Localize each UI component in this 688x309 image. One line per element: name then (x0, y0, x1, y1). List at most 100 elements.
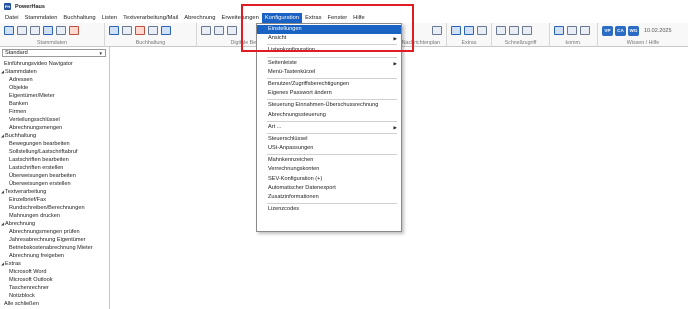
house-icon[interactable] (17, 26, 27, 35)
tree-item[interactable]: Betriebskostenabrechnung Mieter (0, 244, 108, 252)
tree-item[interactable]: Verteilungsschlüssel (0, 116, 108, 124)
key-icon[interactable] (69, 26, 79, 35)
menu-separator (267, 44, 397, 46)
calendar-icon[interactable] (432, 26, 442, 35)
phone-icon[interactable] (554, 26, 564, 35)
menu-item-zusatzinformationen[interactable]: Zusatzinformationen (257, 193, 401, 202)
tree-item[interactable]: Eigentümer/Mieter (0, 92, 108, 100)
bank-icon[interactable] (56, 26, 66, 35)
transfer-icon[interactable] (122, 26, 132, 35)
tree-item[interactable]: Adressen (0, 76, 108, 84)
menu-stammdaten[interactable]: Stammdaten (22, 13, 61, 23)
tree-item-label: Einzelbrief/Fax (9, 197, 46, 203)
ribbon-group-label: Stammdaten (36, 40, 68, 46)
menu-item-seitenleiste[interactable]: Seitenleiste ▶ (257, 59, 401, 68)
menu-item-lizenzcodes[interactable]: Lizenzcodes (257, 205, 401, 214)
submenu-arrow-icon: ▶ (393, 36, 397, 42)
menu-item-mahnkennzeichen[interactable]: Mahnkennzeichen (257, 156, 401, 165)
menu-item-benutzer-zugriffsberechtigungen[interactable]: Benutzer/Zugriffsberechtigungen (257, 80, 401, 89)
menu-item-menue-tastenkuerzel[interactable]: Menü-Tastenkürzel (257, 68, 401, 77)
tree-item-label: Microsoft Outlook (9, 277, 53, 283)
tree-category[interactable]: ◢Textverarbeitung (0, 188, 108, 196)
bank-transfer-icon[interactable] (161, 26, 171, 35)
menu-hilfe[interactable]: Hilfe (350, 13, 368, 23)
konfiguration-dropdown-menu: Einstellungen Ansicht ▶ Listenkonfiguration… (256, 23, 402, 232)
tree-item[interactable]: Banken (0, 100, 108, 108)
ca-button[interactable]: CA (615, 26, 626, 36)
outlook-icon[interactable] (464, 26, 474, 35)
debit-icon[interactable] (135, 26, 145, 35)
wg-button[interactable]: WG (628, 26, 639, 36)
tree-item[interactable]: Rundschreiben/Berechnungen (0, 204, 108, 212)
tree-item[interactable]: Lastschriften erstellen (0, 164, 108, 172)
menu-item-verrechnungskonten[interactable]: Verrechnungskonten (257, 165, 401, 174)
tree-category[interactable]: ◢Extras (0, 260, 108, 268)
tree-item[interactable]: Abrechnung freigeben (0, 252, 108, 260)
tree-item[interactable]: Taschenrechner (0, 284, 108, 292)
navigator-profile-select[interactable]: Standard ▼ (2, 49, 106, 57)
menu-item-sev-konfiguration[interactable]: SEV-Konfiguration (+) (257, 175, 401, 184)
tree-item[interactable]: Sollstellung/Lastschriftabruf (0, 148, 108, 156)
calculator-icon[interactable] (477, 26, 487, 35)
menu-item-label: Eigenes Passwort ändern (268, 90, 332, 97)
menu-extras[interactable]: Extras (302, 13, 324, 23)
menu-separator (267, 132, 397, 134)
menu-fenster[interactable]: Fenster (325, 13, 351, 23)
building-icon[interactable] (43, 26, 53, 35)
menu-item-steuerung-einnahmen-ueberschussrechnung[interactable]: Steuerung Einnahmen-Überschussrechnung (257, 101, 401, 110)
tree-item-label: Betriebskostenabrechnung Mieter (9, 245, 93, 251)
menu-listen[interactable]: Listen (99, 13, 120, 23)
document-icon[interactable] (30, 26, 40, 35)
chat-icon[interactable] (567, 26, 577, 35)
scan-icon[interactable] (201, 26, 211, 35)
menu-item-ansicht[interactable]: Ansicht ▶ (257, 34, 401, 43)
tree-item[interactable]: Microsoft Outlook (0, 276, 108, 284)
menu-item-abrechnungssteuerung[interactable]: Abrechnungssteuerung (257, 111, 401, 120)
menu-datei[interactable]: Datei (2, 13, 22, 23)
tree-item[interactable]: Jahresabrechnung Eigentümer (0, 236, 108, 244)
tree-item[interactable]: Bewegungen bearbeiten (0, 140, 108, 148)
star-icon[interactable] (496, 26, 506, 35)
tree-item[interactable]: Notizblock (0, 292, 108, 300)
menu-item-einstellungen[interactable]: Einstellungen (257, 25, 401, 35)
menu-item-eigenes-passwort-aendern[interactable]: Eigenes Passwort ändern (257, 89, 401, 98)
bookmark-icon[interactable] (509, 26, 519, 35)
folder-icon[interactable] (227, 26, 237, 35)
menu-item-automatischer-datenexport[interactable]: Automatischer Datenexport (257, 184, 401, 193)
tree-category[interactable]: ◢Buchhaltung (0, 132, 108, 140)
menu-item-art[interactable]: Art ... ▶ (257, 123, 401, 132)
tree-category[interactable]: ◢Abrechnung (0, 220, 108, 228)
tree-item-label: Abrechnungsmengen prüfen (9, 229, 80, 235)
tree-item[interactable]: Mahnungen drucken (0, 212, 108, 220)
tree-item[interactable]: Objekte (0, 84, 108, 92)
ledger-icon[interactable] (109, 26, 119, 35)
menu-buchhaltung[interactable]: Buchhaltung (60, 13, 98, 23)
tree-item[interactable]: Alle schließen (0, 300, 108, 308)
tree-item[interactable]: Firmen (0, 108, 108, 116)
menu-item-steuerschluessel[interactable]: Steuerschlüssel (257, 135, 401, 144)
menu-abrechnung[interactable]: Abrechnung (181, 13, 218, 23)
tree-item[interactable]: Überweisungen erstellen (0, 180, 108, 188)
receipt-icon[interactable] (214, 26, 224, 35)
tree-item[interactable]: Lastschriften bearbeiten (0, 156, 108, 164)
mail-icon[interactable] (580, 26, 590, 35)
menu-item-ust-anpassungen[interactable]: USt-Anpassungen (257, 144, 401, 153)
people-icon[interactable] (4, 26, 14, 35)
history-icon[interactable] (522, 26, 532, 35)
tree-item[interactable]: Abrechnungsmengen prüfen (0, 228, 108, 236)
submenu-arrow-icon: ▶ (393, 124, 397, 130)
tree-item[interactable]: Einzelbrief/Fax (0, 196, 108, 204)
menu-konfiguration[interactable]: Konfiguration (261, 13, 303, 23)
tree-item[interactable]: Abrechnungsmengen (0, 124, 108, 132)
tree-category[interactable]: ◢Stammdaten (0, 68, 108, 76)
menu-erweiterungen[interactable]: Erweiterungen (219, 13, 262, 23)
tree-item[interactable]: Einführungsvideo Navigator (0, 60, 108, 68)
menu-textverarbeitung-mail[interactable]: Textverarbeitung/Mail (120, 13, 181, 23)
menu-item-listenkonfiguration[interactable]: Listenkonfiguration (257, 46, 401, 55)
tree-item[interactable]: Überweisungen bearbeiten (0, 172, 108, 180)
word-icon[interactable] (451, 26, 461, 35)
tree-item[interactable]: Microsoft Word (0, 268, 108, 276)
vp-button[interactable]: VP (602, 26, 613, 36)
payment-icon[interactable] (148, 26, 158, 35)
menu-item-label: Ansicht (268, 35, 287, 42)
